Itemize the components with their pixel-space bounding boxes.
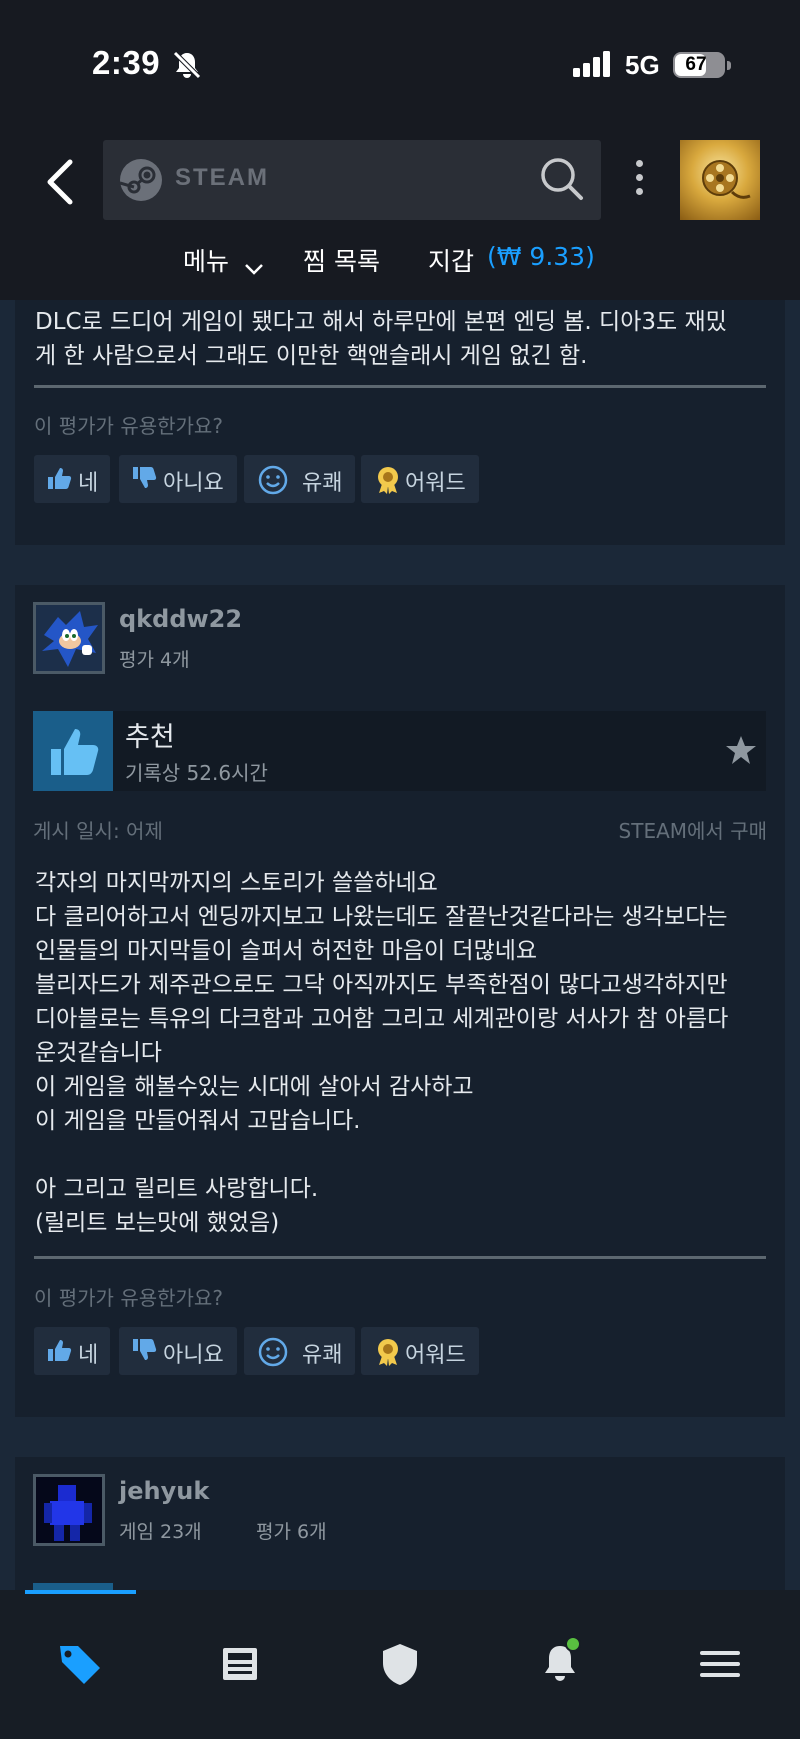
award-button[interactable]: 어워드 (361, 1327, 479, 1375)
award-label: 어워드 (405, 1343, 466, 1368)
film-reel-icon (702, 160, 751, 199)
award-icon (373, 1337, 403, 1373)
review-card: jehyuk 게임 23개 평가 6개 (15, 1457, 785, 1590)
nav-wishlist[interactable]: 찜 목록 (303, 242, 380, 278)
battery-icon: 67 (673, 52, 725, 78)
menu-icon (700, 1651, 740, 1677)
vote-no-label: 아니요 (163, 1343, 224, 1368)
award-icon (373, 465, 403, 501)
app-screen: 2:39 5G 67 STEAM 메뉴 찜 목록 지갑 (₩ 9.33) DLC… (0, 0, 800, 1739)
search-icon[interactable] (539, 156, 585, 206)
back-button[interactable] (40, 154, 80, 210)
thumbs-up-icon (33, 711, 113, 791)
author-game-count: 게임 23개 (119, 1521, 202, 1543)
review-author[interactable]: jehyuk (119, 1477, 209, 1505)
vote-no-button[interactable]: 아니요 (119, 455, 237, 503)
more-options-icon[interactable] (629, 160, 649, 204)
playtime: 기록상 52.6시간 (125, 761, 268, 785)
thumbs-up-icon (46, 1337, 72, 1369)
vote-funny-button[interactable]: 유쾌 (244, 1327, 355, 1375)
robot-avatar-icon (36, 1477, 102, 1543)
network-type: 5G (625, 50, 660, 80)
award-label: 어워드 (405, 471, 466, 496)
divider (34, 385, 766, 388)
nav-menu[interactable]: 메뉴 (183, 242, 229, 278)
divider (34, 1256, 766, 1259)
avatar[interactable] (33, 602, 105, 674)
tab-store[interactable] (50, 1634, 110, 1694)
vote-yes-button[interactable]: 네 (34, 455, 110, 503)
tab-news[interactable] (210, 1634, 270, 1694)
award-button[interactable]: 어워드 (361, 455, 479, 503)
star-icon[interactable] (725, 735, 757, 769)
chevron-left-icon (47, 159, 73, 205)
vote-funny-label: 유쾌 (302, 471, 343, 496)
steam-header: STEAM 메뉴 찜 목록 지갑 (₩ 9.33) (0, 130, 800, 300)
purchase-source: STEAM에서 구매 (618, 819, 767, 843)
search-input[interactable]: STEAM (103, 140, 601, 220)
vote-yes-label: 네 (78, 1343, 99, 1368)
avatar[interactable] (33, 1474, 105, 1546)
author-review-count: 평가 4개 (119, 649, 190, 671)
store-nav: 메뉴 찜 목록 지갑 (₩ 9.33) (0, 240, 800, 280)
review-author[interactable]: qkddw22 (119, 605, 242, 633)
helpful-question: 이 평가가 유용한가요? (34, 1286, 223, 1310)
review-verdict (33, 1583, 113, 1590)
vote-yes-button[interactable]: 네 (34, 1327, 110, 1375)
sonic-avatar-icon (36, 605, 102, 671)
review-text: DLC로 드디어 게임이 됐다고 해서 하루만에 본편 엔딩 봄. 디아3도 재… (35, 309, 727, 369)
thumbs-down-icon (131, 465, 157, 497)
tab-guard[interactable] (370, 1634, 430, 1694)
vote-no-label: 아니요 (163, 471, 224, 496)
chevron-down-icon[interactable] (244, 254, 264, 283)
status-bar: 2:39 5G 67 (0, 0, 800, 130)
reviews-list: DLC로 드디어 게임이 됐다고 해서 하루만에 본편 엔딩 봄. 디아3도 재… (0, 300, 800, 1590)
vote-yes-label: 네 (78, 471, 99, 496)
thumbs-down-icon (131, 1337, 157, 1369)
news-icon (223, 1648, 257, 1680)
nav-wallet[interactable]: 지갑 (428, 242, 474, 278)
status-time: 2:39 (92, 44, 161, 81)
vote-no-button[interactable]: 아니요 (119, 1327, 237, 1375)
notification-bell-icon (545, 1636, 581, 1681)
author-review-count: 평가 6개 (256, 1521, 327, 1543)
guard-shield-icon (383, 1644, 417, 1685)
bottom-tab-bar (0, 1590, 800, 1739)
vote-funny-label: 유쾌 (302, 1343, 343, 1368)
review-card: DLC로 드디어 게임이 됐다고 해서 하루만에 본편 엔딩 봄. 디아3도 재… (15, 300, 785, 545)
steam-wordmark: STEAM (175, 164, 269, 191)
posted-date: 게시 일시: 어제 (33, 819, 163, 843)
user-avatar[interactable] (680, 140, 760, 220)
thumbs-up-icon (46, 465, 72, 497)
vote-funny-button[interactable]: 유쾌 (244, 455, 355, 503)
active-tab-indicator (25, 1590, 136, 1594)
review-card: qkddw22 평가 4개 추천 기록상 52.6시간 게시 일시: 어제 ST… (15, 585, 785, 1417)
review-verdict: 추천 기록상 52.6시간 (33, 711, 766, 791)
store-tag-icon (60, 1646, 100, 1684)
battery-tip (727, 61, 731, 70)
wallet-balance[interactable]: (₩ 9.33) (487, 242, 595, 271)
battery-level: 67 (685, 54, 707, 75)
smiley-icon (256, 465, 292, 501)
steam-logo-icon (119, 158, 163, 206)
silent-bell-icon (172, 50, 202, 84)
signal-icon (573, 51, 613, 81)
review-text: 각자의 마지막까지의 스토리가 쓸쓸하네요 다 클리어하고서 엔딩까지보고 나왔… (35, 870, 729, 1236)
tab-menu[interactable] (690, 1634, 750, 1694)
tab-notifications[interactable] (530, 1634, 590, 1694)
verdict-label: 추천 (125, 722, 175, 753)
smiley-icon (256, 1337, 292, 1373)
helpful-question: 이 평가가 유용한가요? (34, 414, 223, 438)
